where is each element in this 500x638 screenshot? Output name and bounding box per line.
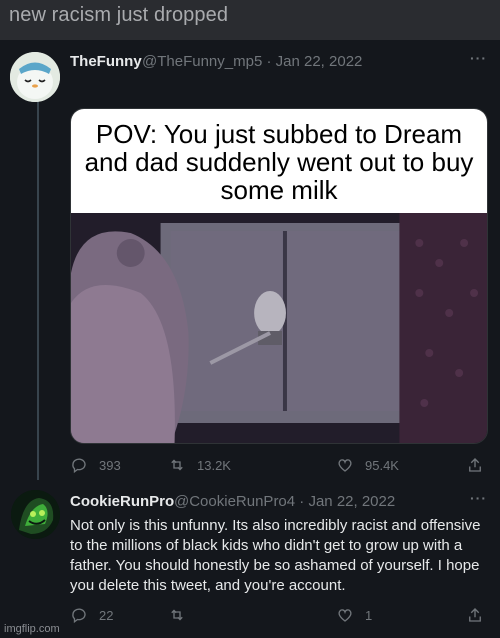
retweet-count: 13.2K [197,457,231,473]
retweet-button[interactable]: 13.2K [168,456,231,474]
meta-separator: · [299,493,305,510]
tweet-meta: @TheFunny_mp5 · Jan 22, 2022 [142,53,362,70]
imgflip-watermark: imgflip.com [4,623,60,635]
like-count: 1 [365,607,373,623]
share-button[interactable] [466,606,484,624]
media-caption-text: POV: You just subbed to Dream and dad su… [84,119,474,205]
tweet-handle[interactable]: @TheFunny_mp5 [142,53,262,70]
meme-caption: new racism just dropped [9,4,229,26]
avatar-image [11,490,60,539]
retweet-icon [171,459,183,471]
avatar[interactable] [10,52,60,102]
reply-count: 393 [99,457,121,473]
share-icon [469,608,481,622]
like-icon [338,459,352,472]
tweet-date[interactable]: Jan 22, 2022 [276,53,363,70]
like-button[interactable]: 1 [336,606,372,624]
reply-button[interactable]: 393 [70,456,121,474]
retweet-icon [171,609,183,621]
share-icon [469,458,481,472]
tweet-display-name[interactable]: TheFunny [70,53,142,70]
more-icon[interactable]: ··· [470,490,487,506]
reply-text: Not only is this unfunny. Its also incre… [70,517,481,594]
reply-meta: @CookieRunPro4 · Jan 22, 2022 [174,493,395,510]
retweet-button[interactable] [168,606,197,624]
thread-connector-line [37,100,39,480]
avatar-image [10,52,60,102]
reply-count: 22 [99,607,114,623]
media-scene-image [71,213,487,443]
reply-icon [72,608,86,624]
tweet-media[interactable]: POV: You just subbed to Dream and dad su… [70,108,488,444]
like-count: 95.4K [365,457,399,473]
reply-button[interactable]: 22 [70,606,113,624]
tweet-action-bar: 393 13.2K 95.4K [70,456,490,480]
meta-separator: · [266,53,272,70]
reply-display-name[interactable]: CookieRunPro [70,493,174,510]
reply-date[interactable]: Jan 22, 2022 [308,493,395,510]
reply-action-bar: 22 1 [70,606,490,630]
like-icon [338,609,352,622]
meme-caption-bar: new racism just dropped [0,0,500,40]
media-caption-panel: POV: You just subbed to Dream and dad su… [71,109,487,213]
reply-icon [72,458,86,474]
avatar[interactable] [11,490,60,539]
like-button[interactable]: 95.4K [336,456,399,474]
share-button[interactable] [466,456,484,474]
more-icon[interactable]: ··· [470,50,487,66]
reply-handle[interactable]: @CookieRunPro4 [174,493,295,510]
